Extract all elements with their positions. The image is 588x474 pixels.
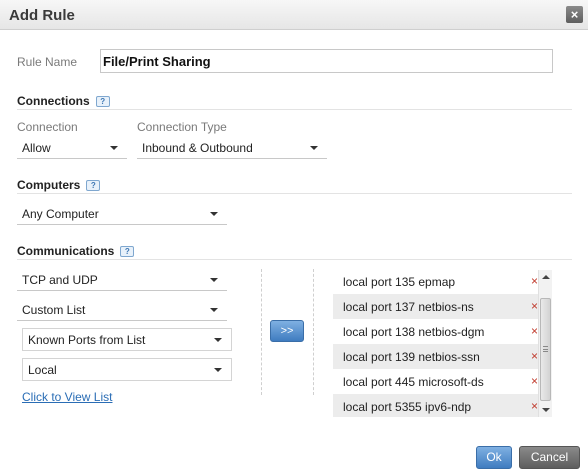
port-source-select[interactable]: Known Ports from List [22, 328, 232, 351]
connections-heading: Connections? [17, 94, 110, 108]
remove-icon[interactable]: × [531, 349, 538, 363]
help-icon[interactable]: ? [86, 180, 101, 191]
protocol-select[interactable]: TCP and UDP [17, 269, 227, 291]
chevron-down-icon [310, 146, 318, 150]
port-label: local port 135 epmap [343, 275, 456, 289]
computers-heading-text: Computers [17, 178, 81, 192]
remove-icon[interactable]: × [531, 274, 538, 288]
computers-select-value: Any Computer [22, 207, 99, 221]
divider [17, 259, 572, 260]
divider [17, 193, 572, 194]
view-list-link[interactable]: Click to View List [22, 390, 112, 404]
scroll-up-icon[interactable] [542, 275, 550, 279]
port-label: local port 137 netbios-ns [343, 300, 474, 314]
chevron-down-icon [214, 338, 222, 342]
direction-select[interactable]: Local [22, 358, 232, 381]
direction-select-value: Local [28, 363, 57, 377]
chevron-down-icon [210, 308, 218, 312]
list-item[interactable]: local port 135 epmap × [333, 269, 552, 294]
connection-type-select-value: Inbound & Outbound [142, 141, 253, 155]
scroll-down-icon[interactable] [542, 408, 550, 412]
title-bar: Add Rule × [0, 0, 588, 30]
remove-icon[interactable]: × [531, 299, 538, 313]
list-item[interactable]: local port 138 netbios-dgm × [333, 319, 552, 344]
port-label: local port 445 microsoft-ds [343, 375, 484, 389]
dialog-title: Add Rule [9, 7, 75, 24]
rule-name-label: Rule Name [17, 55, 78, 69]
connection-select-value: Allow [22, 141, 51, 155]
add-to-list-button[interactable]: >> [270, 320, 304, 342]
connection-label: Connection [17, 120, 78, 134]
chevron-down-icon [210, 278, 218, 282]
list-item[interactable]: local port 137 netbios-ns × [333, 294, 552, 319]
divider [261, 269, 262, 395]
connections-heading-text: Connections [17, 94, 90, 108]
computers-select[interactable]: Any Computer [17, 203, 227, 225]
port-source-select-value: Known Ports from List [28, 333, 146, 347]
remove-icon[interactable]: × [531, 399, 538, 413]
port-label: local port 138 netbios-dgm [343, 325, 485, 339]
help-icon[interactable]: ? [120, 246, 135, 257]
scrollbar-thumb[interactable] [540, 298, 551, 401]
communications-heading-text: Communications [17, 244, 115, 258]
connection-select[interactable]: Allow [17, 137, 127, 159]
chevron-down-icon [214, 368, 222, 372]
grip-icon [543, 346, 548, 352]
computers-heading: Computers? [17, 178, 101, 192]
port-list: local port 135 epmap × local port 137 netb… [333, 269, 552, 417]
list-type-select-value: Custom List [22, 303, 86, 317]
port-label: local port 139 netbios-ssn [343, 350, 480, 364]
list-item[interactable]: local port 5355 ipv6-ndp × [333, 394, 552, 417]
list-type-select[interactable]: Custom List [17, 299, 227, 321]
remove-icon[interactable]: × [531, 324, 538, 338]
help-icon[interactable]: ? [95, 96, 110, 107]
remove-icon[interactable]: × [531, 374, 538, 388]
list-item[interactable]: local port 139 netbios-ssn × [333, 344, 552, 369]
list-item[interactable]: local port 445 microsoft-ds × [333, 369, 552, 394]
rule-name-input[interactable]: File/Print Sharing [100, 49, 553, 73]
chevron-down-icon [110, 146, 118, 150]
protocol-select-value: TCP and UDP [22, 273, 98, 287]
chevron-down-icon [210, 212, 218, 216]
ok-button[interactable]: Ok [476, 446, 512, 469]
scrollbar[interactable] [538, 270, 552, 417]
communications-heading: Communications? [17, 244, 135, 258]
connection-type-select[interactable]: Inbound & Outbound [137, 137, 327, 159]
connection-type-label: Connection Type [137, 120, 227, 134]
cancel-button[interactable]: Cancel [519, 446, 580, 469]
divider [17, 109, 572, 110]
port-label: local port 5355 ipv6-ndp [343, 400, 472, 414]
divider [313, 269, 314, 395]
close-icon[interactable]: × [566, 6, 583, 23]
